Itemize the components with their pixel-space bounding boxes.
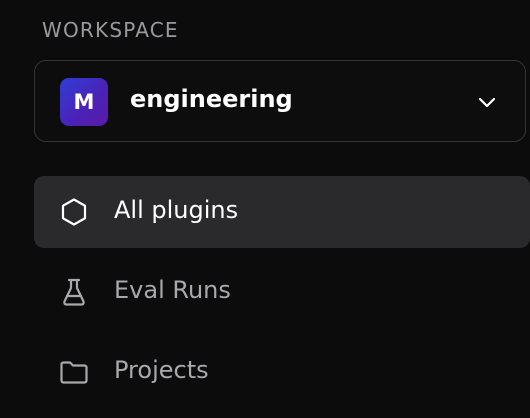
section-label-workspace: WORKSPACE [42,18,179,42]
sidebar-item-eval-runs[interactable]: Eval Runs [34,256,530,328]
hexagon-icon [61,198,87,226]
workspace-selector[interactable]: M engineering [34,60,526,142]
workspace-avatar: M [60,78,108,126]
sidebar-item-projects[interactable]: Projects [34,336,530,408]
chevron-down-icon [478,97,496,108]
sidebar-item-label: All plugins [114,196,239,224]
sidebar-item-all-plugins[interactable]: All plugins [34,176,530,248]
sidebar-item-label: Eval Runs [114,276,231,304]
workspace-name: engineering [130,85,293,113]
sidebar-item-label: Projects [114,356,209,384]
flask-icon [63,278,85,306]
folder-icon [60,361,88,384]
